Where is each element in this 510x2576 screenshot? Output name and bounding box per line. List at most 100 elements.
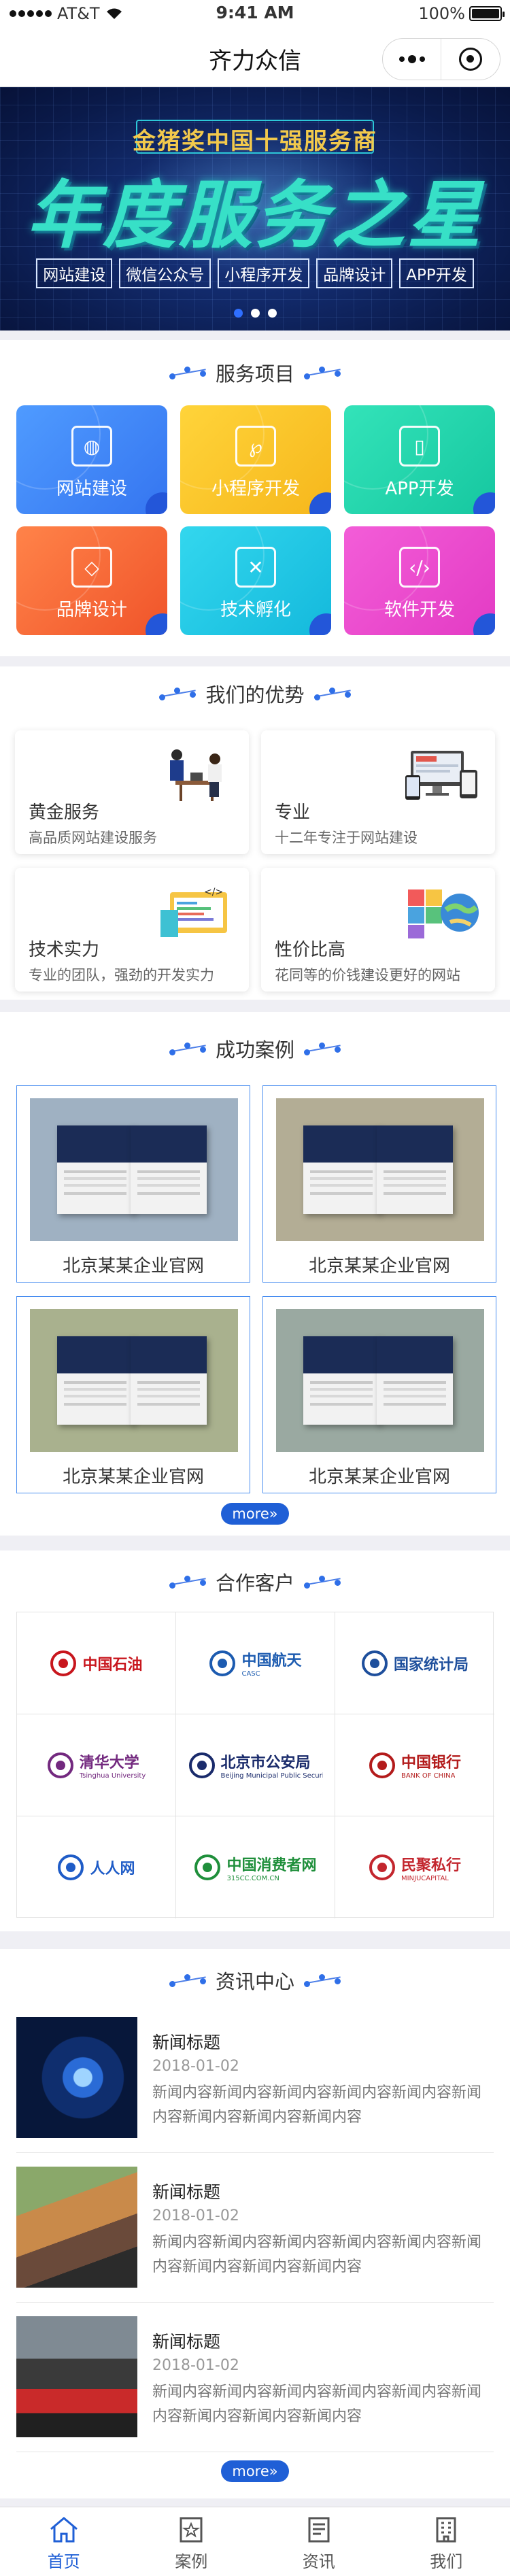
banner-tags: 网站建设 微信公众号 小程序开发 品牌设计 APP开发	[0, 258, 510, 288]
molecule-deco-icon	[159, 686, 197, 701]
news-title: 新闻标题	[152, 2332, 221, 2352]
news-date: 2018-01-02	[152, 2058, 239, 2075]
service-label: 技术孵化	[220, 600, 291, 620]
case-thumbnail	[30, 1098, 238, 1241]
case-card[interactable]: 北京某某企业官网	[262, 1085, 496, 1283]
news-more-button[interactable]: more»	[221, 2460, 289, 2482]
case-card[interactable]: 北京某某企业官网	[16, 1296, 250, 1493]
carousel-dot[interactable]	[267, 309, 277, 318]
more-menu-button[interactable]	[383, 39, 441, 80]
advantages-section: 我们的优势 黄金服务 高品质网站建设服务 专业 十二年专注于网站建设 </> 技…	[0, 666, 510, 1000]
service-tile[interactable]: ℘ 小程序开发	[180, 405, 331, 514]
advantage-card[interactable]: </> 技术实力 专业的团队，强劲的开发实力	[15, 868, 249, 992]
case-label: 北京某某企业官网	[62, 1467, 204, 1487]
carousel-dot-active[interactable]	[233, 309, 243, 318]
petrochina-logo-icon	[50, 1650, 77, 1676]
molecule-deco-icon	[169, 1041, 206, 1056]
mini-program-capsule	[382, 38, 500, 80]
reading-bench-image	[16, 2167, 137, 2288]
svg-text:</>: </>	[204, 887, 223, 898]
banner-title: 年度服务之星	[26, 173, 483, 258]
banner-tag: 小程序开发	[218, 258, 310, 288]
section-title: 资讯中心	[0, 1967, 510, 1994]
partner-name: 中国消费者网	[226, 1857, 317, 1874]
building-icon	[436, 2517, 456, 2543]
case-thumbnail	[30, 1309, 238, 1452]
service-label: 小程序开发	[211, 479, 300, 499]
section-title: 我们的优势	[0, 680, 510, 707]
service-tile[interactable]: ✕ 技术孵化	[180, 526, 331, 635]
news-icon	[308, 2517, 330, 2543]
diamond-icon: ◇	[71, 547, 112, 588]
home-icon	[50, 2517, 78, 2543]
advantage-title: 黄金服务	[29, 802, 100, 823]
partner-subname: CASC	[241, 1670, 260, 1678]
news-item[interactable]: 新闻标题 2018-01-02 新闻内容新闻内容新闻内容新闻内容新闻内容新闻内容新闻…	[16, 2003, 494, 2153]
partners-grid: 中国石油 中国航天 CASC 国家统计局 清华大学 Tsinghua University…	[16, 1612, 494, 1918]
partner-name: 中国石油	[82, 1656, 143, 1674]
partner-name: 国家统计局	[393, 1656, 469, 1674]
news-item[interactable]: 新闻标题 2018-01-02 新闻内容新闻内容新闻内容新闻内容新闻内容新闻内容新闻…	[16, 2153, 494, 2303]
news-title: 新闻标题	[152, 2182, 221, 2202]
tab-news[interactable]: 资讯	[255, 2507, 383, 2576]
molecule-deco-icon	[169, 1973, 206, 1988]
code-icon: ‹/›	[399, 547, 440, 588]
service-tile[interactable]: ‹/› 软件开发	[344, 526, 495, 635]
globe-icon: ◍	[71, 426, 112, 467]
meeting-illustration-icon	[170, 749, 222, 801]
mini-program-icon: ℘	[235, 426, 276, 467]
molecule-deco-icon	[304, 365, 341, 380]
service-tile[interactable]: ▯ APP开发	[344, 405, 495, 514]
partner-logo: 中国航天 CASC	[176, 1612, 335, 1714]
case-thumbnail	[276, 1098, 484, 1241]
tab-home[interactable]: 首页	[0, 2507, 128, 2576]
partner-name: 民聚私行	[401, 1857, 461, 1874]
tab-about[interactable]: 我们	[383, 2507, 510, 2576]
partner-subname: BANK OF CHINA	[401, 1772, 456, 1780]
news-content: 新闻内容新闻内容新闻内容新闻内容新闻内容新闻内容新闻内容新闻内容新闻内容	[152, 2234, 482, 2275]
news-date: 2018-01-02	[152, 2207, 239, 2224]
minju-logo-icon	[369, 1854, 395, 1880]
consumer-logo-icon	[194, 1854, 221, 1880]
case-card[interactable]: 北京某某企业官网	[262, 1296, 496, 1493]
molecule-deco-icon	[304, 1041, 341, 1056]
partner-logo: 国家统计局	[335, 1612, 494, 1714]
service-label: 品牌设计	[56, 600, 127, 620]
partner-logo: 中国消费者网 315CC.COM.CN	[176, 1816, 335, 1918]
phone-icon: ▯	[399, 426, 440, 467]
tab-cases[interactable]: 案例	[128, 2507, 256, 2576]
battery-icon	[469, 6, 505, 21]
advantage-card[interactable]: 黄金服务 高品质网站建设服务	[15, 730, 249, 854]
partner-name: 清华大学	[79, 1755, 139, 1772]
service-tile[interactable]: ◇ 品牌设计	[16, 526, 167, 635]
go-kart-image	[16, 2316, 137, 2437]
news-item[interactable]: 新闻标题 2018-01-02 新闻内容新闻内容新闻内容新闻内容新闻内容新闻内容新闻…	[16, 2303, 494, 2452]
advantage-card[interactable]: 专业 十二年专注于网站建设	[261, 730, 495, 854]
advantage-card[interactable]: 性价比高 花同等的价钱建设更好的网站	[261, 868, 495, 992]
boc-logo-icon	[369, 1752, 395, 1778]
case-card[interactable]: 北京某某企业官网	[16, 1085, 250, 1283]
news-section: 资讯中心 新闻标题 2018-01-02 新闻内容新闻内容新闻内容新闻内容新闻内容新…	[0, 1949, 510, 2498]
partner-logo: 民聚私行 MINJUCAPITAL	[335, 1816, 494, 1918]
advantage-title: 技术实力	[29, 940, 100, 960]
carousel-dot[interactable]	[250, 309, 260, 318]
cases-more-button[interactable]: more»	[221, 1503, 289, 1525]
tools-icon: ✕	[235, 547, 276, 588]
section-title: 成功案例	[0, 1035, 510, 1062]
service-label: 网站建设	[56, 479, 127, 499]
partners-section: 合作客户 中国石油 中国航天 CASC 国家统计局 清华大学 Tsinghua Unive…	[0, 1550, 510, 1931]
close-mini-program-button[interactable]	[441, 48, 500, 71]
case-icon	[180, 2517, 203, 2543]
molecule-deco-icon	[169, 365, 206, 380]
banner-carousel[interactable]: 金猪奖中国十强服务商 年度服务之星 网站建设 微信公众号 小程序开发 品牌设计 …	[0, 87, 510, 331]
code-illustration-icon: </>	[160, 887, 227, 937]
renren-logo-icon	[58, 1854, 84, 1880]
service-tile[interactable]: ◍ 网站建设	[16, 405, 167, 514]
advantage-desc: 专业的团队，强劲的开发实力	[29, 967, 214, 983]
advantage-desc: 十二年专注于网站建设	[275, 830, 418, 846]
case-label: 北京某某企业官网	[62, 1256, 204, 1276]
tech-eye-image	[16, 2017, 137, 2138]
news-content: 新闻内容新闻内容新闻内容新闻内容新闻内容新闻内容新闻内容新闻内容新闻内容	[152, 2084, 482, 2126]
partner-name: 北京市公安局	[220, 1755, 311, 1772]
service-label: APP开发	[385, 479, 454, 499]
